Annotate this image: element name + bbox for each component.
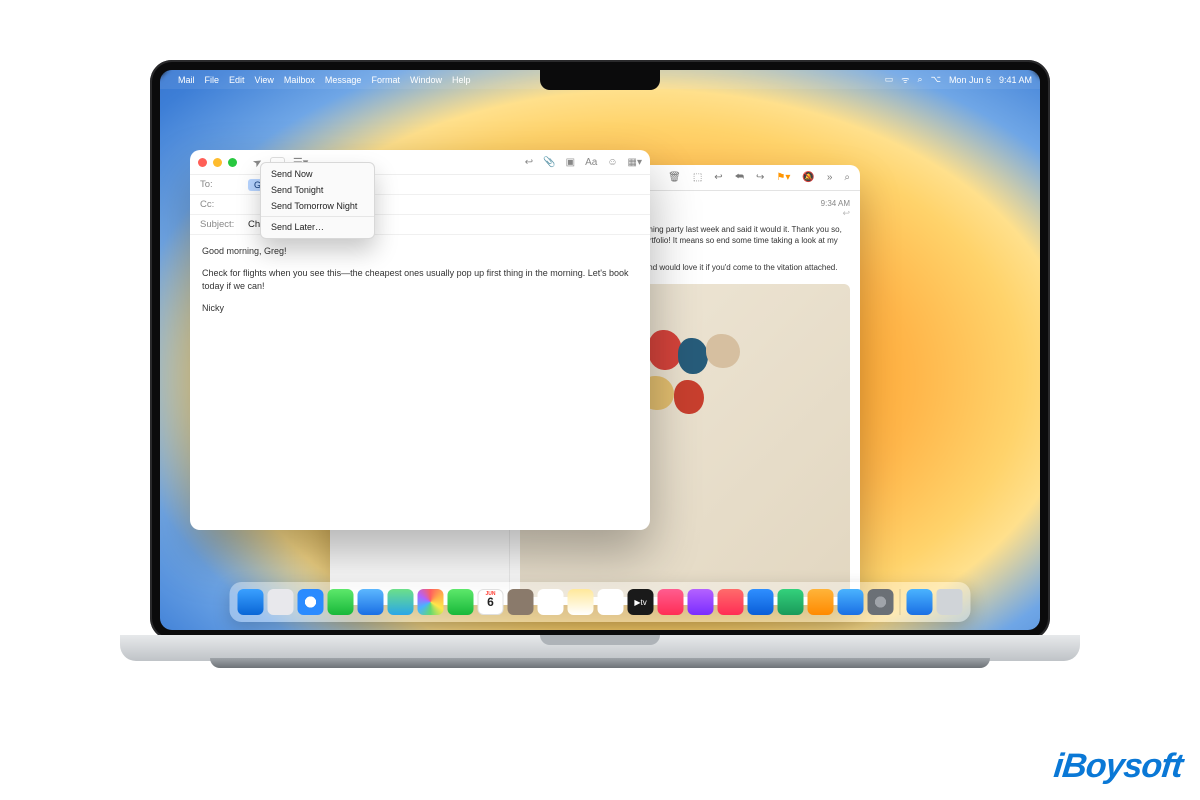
dock-app-notes[interactable] <box>568 589 594 615</box>
body-line: Good morning, Greg! <box>202 245 638 259</box>
dock-separator <box>900 589 901 615</box>
screen-bezel: Mail File Edit View Mailbox Message Form… <box>150 60 1050 640</box>
compose-titlebar[interactable]: ➤ ⌄ ☰▾ ↩ 📎 ▣ Aa ☺ ▦▾ <box>190 150 650 174</box>
dock-app-trash[interactable] <box>937 589 963 615</box>
menubar-item-view[interactable]: View <box>255 75 274 85</box>
subject-row[interactable]: Subject: Cheap flig <box>190 215 650 235</box>
battery-icon[interactable]: ▭ <box>885 74 894 85</box>
photo-browser-icon[interactable]: ▣ <box>566 157 575 168</box>
dock-app-podcasts[interactable] <box>688 589 714 615</box>
dock-app-messages[interactable] <box>328 589 354 615</box>
compose-window[interactable]: ➤ ⌄ ☰▾ ↩ 📎 ▣ Aa ☺ ▦▾ To: <box>190 150 650 530</box>
text-format-icon[interactable]: Aa <box>585 157 597 168</box>
archive-icon[interactable]: ⬚ <box>693 172 702 183</box>
dock-app-reminders[interactable] <box>538 589 564 615</box>
wifi-icon[interactable]: ᯤ <box>901 73 909 86</box>
forward-icon[interactable]: ↪ <box>756 172 764 183</box>
menubar-item-message[interactable]: Message <box>325 75 362 85</box>
dock-app-settings[interactable] <box>868 589 894 615</box>
menubar-time[interactable]: 9:41 AM <box>999 75 1032 85</box>
preview-time: 9:34 AM <box>821 199 850 208</box>
menubar-item-window[interactable]: Window <box>410 75 442 85</box>
dock-app-appstore[interactable] <box>838 589 864 615</box>
dock-app-photos[interactable] <box>418 589 444 615</box>
window-minimize-icon[interactable] <box>213 158 222 167</box>
reply-format-icon[interactable]: ↩ <box>525 157 533 168</box>
dock-app-mail[interactable] <box>358 589 384 615</box>
menubar-app-name[interactable]: Mail <box>178 75 195 85</box>
desktop: Mail File Edit View Mailbox Message Form… <box>160 70 1040 630</box>
to-row[interactable]: To: Greg Scheer <box>190 175 650 195</box>
cc-row[interactable]: Cc: <box>190 195 650 215</box>
body-signature: Nicky <box>202 302 638 316</box>
attach-icon[interactable]: 📎 <box>543 157 555 168</box>
compose-header-fields: To: Greg Scheer Cc: Subject: Cheap flig <box>190 174 650 235</box>
watermark-logo: iBoysoft <box>1054 747 1182 786</box>
cc-label: Cc: <box>200 199 242 210</box>
menubar-status-area: ▭ ᯤ ⌕ ⌥ Mon Jun 6 9:41 AM <box>885 73 1032 86</box>
menubar-item-file[interactable]: File <box>205 75 220 85</box>
reply-icon[interactable]: ↩ <box>714 172 722 183</box>
window-zoom-icon[interactable] <box>228 158 237 167</box>
menubar-item-help[interactable]: Help <box>452 75 471 85</box>
control-center-icon[interactable]: ⌥ <box>931 74 941 85</box>
dock-app-maps[interactable] <box>388 589 414 615</box>
trash-icon[interactable]: 🗑 <box>668 172 681 183</box>
dock-app-freeform[interactable] <box>598 589 624 615</box>
laptop-frame: Mail File Edit View Mailbox Message Form… <box>150 60 1050 680</box>
reply-inline-icon[interactable]: ↩ <box>821 208 850 219</box>
dock-app-safari[interactable] <box>298 589 324 615</box>
menu-item-send-tomorrow-night[interactable]: Send Tomorrow Night <box>261 198 374 214</box>
more-icon[interactable]: » <box>827 172 833 183</box>
search-icon[interactable]: ⌕ <box>844 172 850 183</box>
dock-app-music[interactable] <box>658 589 684 615</box>
emoji-icon[interactable]: ☺ <box>607 157 617 168</box>
menu-separator <box>261 216 374 217</box>
dock-app-tv[interactable] <box>628 589 654 615</box>
menu-item-send-now[interactable]: Send Now <box>261 166 374 182</box>
spotlight-icon[interactable]: ⌕ <box>918 74 923 85</box>
display-notch <box>540 70 660 90</box>
insert-icon[interactable]: ▦▾ <box>628 157 642 168</box>
laptop-feet <box>210 658 990 668</box>
compose-body[interactable]: Good morning, Greg! Check for flights wh… <box>190 235 650 333</box>
send-later-menu: Send Now Send Tonight Send Tomorrow Nigh… <box>260 162 375 239</box>
menubar-date[interactable]: Mon Jun 6 <box>949 75 991 85</box>
dock-app-pages[interactable] <box>808 589 834 615</box>
dock <box>230 582 971 622</box>
window-close-icon[interactable] <box>198 158 207 167</box>
menu-item-send-tonight[interactable]: Send Tonight <box>261 182 374 198</box>
menu-item-send-later[interactable]: Send Later… <box>261 219 374 235</box>
flag-icon[interactable]: ⚑▾ <box>776 172 790 183</box>
dock-app-downloads[interactable] <box>907 589 933 615</box>
reply-all-icon[interactable]: ⮪ <box>735 172 744 183</box>
to-label: To: <box>200 179 242 190</box>
dock-app-finder[interactable] <box>238 589 264 615</box>
menubar-item-mailbox[interactable]: Mailbox <box>284 75 315 85</box>
dock-app-launchpad[interactable] <box>268 589 294 615</box>
dock-app-calendar[interactable] <box>478 589 504 615</box>
body-line: Check for flights when you see this—the … <box>202 267 638 294</box>
dock-app-contacts[interactable] <box>508 589 534 615</box>
dock-app-keynote[interactable] <box>748 589 774 615</box>
subject-label: Subject: <box>200 219 242 230</box>
mute-icon[interactable]: 🔕 <box>802 172 814 183</box>
dock-app-numbers[interactable] <box>778 589 804 615</box>
dock-app-news[interactable] <box>718 589 744 615</box>
menubar-item-edit[interactable]: Edit <box>229 75 245 85</box>
dock-app-facetime[interactable] <box>448 589 474 615</box>
menubar-item-format[interactable]: Format <box>371 75 400 85</box>
